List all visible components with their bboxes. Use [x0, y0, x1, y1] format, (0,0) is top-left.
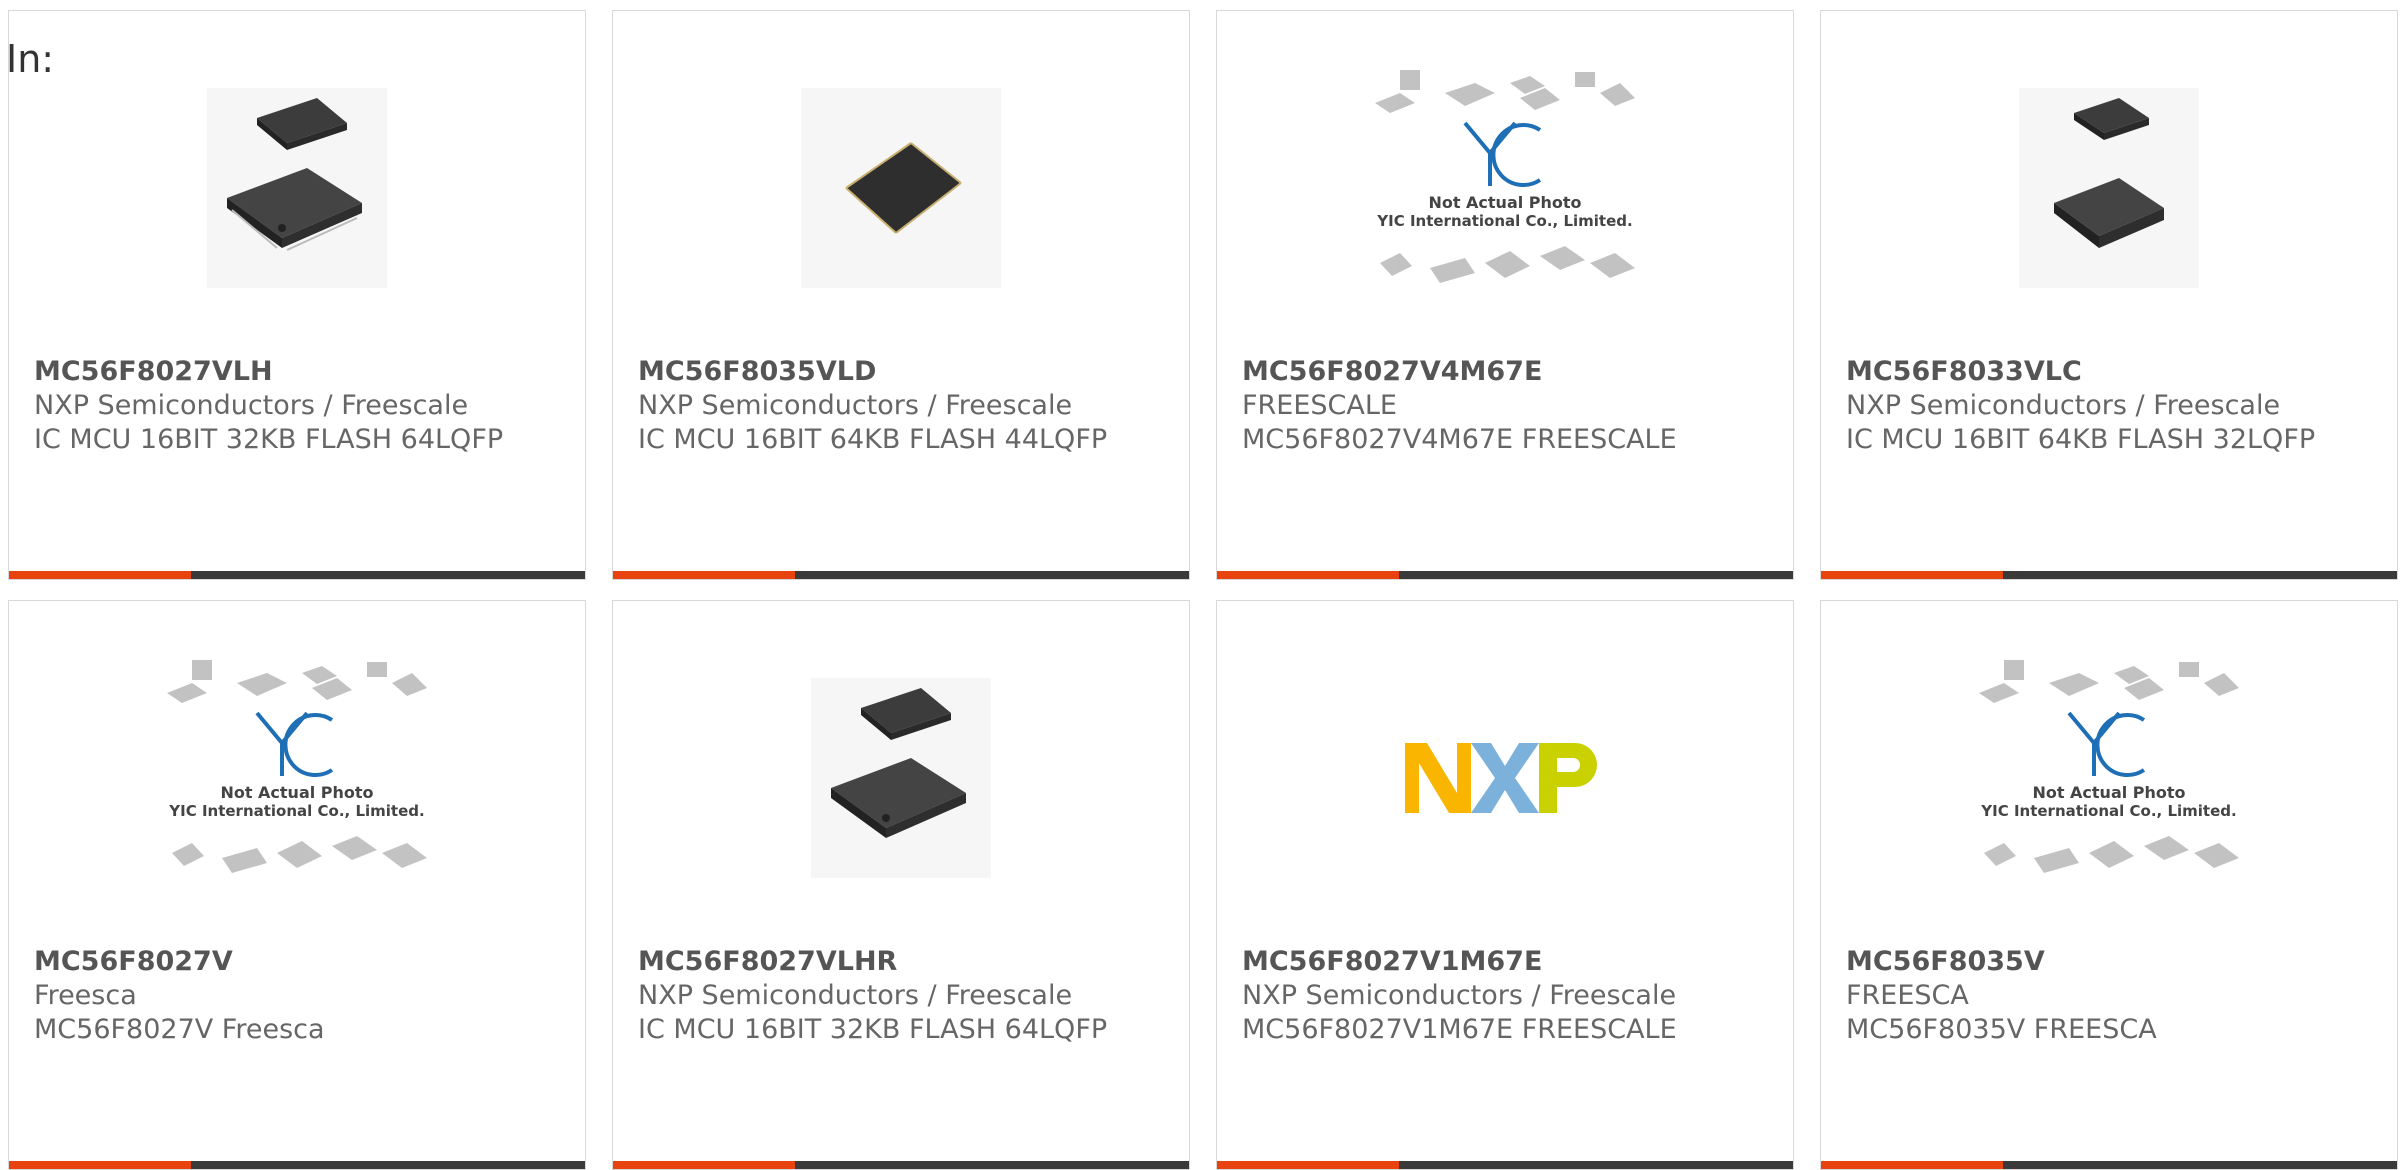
- qfp-chip-pair-icon: [2019, 88, 2199, 288]
- card-bar-accent: [613, 1161, 795, 1169]
- yic-placeholder-image: Not Actual Photo YIC International Co., …: [1979, 660, 2239, 873]
- product-card[interactable]: MC56F8027VLH NXP Semiconductors / Freesc…: [8, 10, 586, 580]
- card-bar: [9, 1161, 585, 1169]
- card-bar-accent: [9, 1161, 191, 1169]
- card-bar-accent: [1217, 571, 1399, 579]
- yic-placeholder-image: Not Actual Photo YIC International Co., …: [1375, 70, 1635, 283]
- product-image[interactable]: [1821, 73, 2397, 303]
- part-number[interactable]: MC56F8027VLH: [34, 355, 575, 389]
- qfp-chip-pair-icon: [207, 88, 387, 288]
- part-number[interactable]: MC56F8027V: [34, 945, 575, 979]
- card-bar: [1217, 1161, 1793, 1169]
- filter-label: In:: [6, 37, 55, 81]
- product-image[interactable]: [613, 663, 1189, 893]
- card-bar-accent: [1821, 571, 2003, 579]
- product-image[interactable]: [9, 73, 585, 303]
- placeholder-line2: YIC International Co., Limited.: [1376, 212, 1632, 230]
- manufacturer: NXP Semiconductors / Freescale: [34, 390, 469, 421]
- yic-placeholder-image: Not Actual Photo YIC International Co., …: [167, 660, 427, 873]
- manufacturer: Freesca: [34, 980, 137, 1011]
- product-card[interactable]: Not Actual Photo YIC International Co., …: [1820, 600, 2398, 1170]
- placeholder-line2: YIC International Co., Limited.: [168, 802, 424, 820]
- card-bar: [1821, 1161, 2397, 1169]
- product-image[interactable]: Not Actual Photo YIC International Co., …: [9, 660, 585, 893]
- single-qfp-chip-icon: [801, 88, 1001, 288]
- manufacturer: NXP Semiconductors / Freescale: [1242, 980, 1677, 1011]
- part-number[interactable]: MC56F8035V: [1846, 945, 2387, 979]
- manufacturer: FREESCALE: [1242, 390, 1397, 421]
- card-bar: [9, 571, 585, 579]
- placeholder-line2: YIC International Co., Limited.: [1980, 802, 2236, 820]
- product-card[interactable]: MC56F8033VLC NXP Semiconductors / Freesc…: [1820, 10, 2398, 580]
- placeholder-line1: Not Actual Photo: [220, 783, 373, 802]
- description: IC MCU 16BIT 32KB FLASH 64LQFP: [34, 424, 504, 455]
- description: MC56F8027V Freesca: [34, 1014, 325, 1045]
- card-bar: [613, 1161, 1189, 1169]
- manufacturer: NXP Semiconductors / Freescale: [1846, 390, 2281, 421]
- manufacturer: FREESCA: [1846, 980, 1969, 1011]
- product-card[interactable]: MC56F8027VLHR NXP Semiconductors / Frees…: [612, 600, 1190, 1170]
- description: IC MCU 16BIT 64KB FLASH 44LQFP: [638, 424, 1108, 455]
- placeholder-line1: Not Actual Photo: [1428, 193, 1581, 212]
- product-image[interactable]: [1217, 663, 1793, 893]
- card-bar-accent: [9, 571, 191, 579]
- manufacturer: NXP Semiconductors / Freescale: [638, 980, 1073, 1011]
- card-bar-accent: [613, 571, 795, 579]
- product-image[interactable]: Not Actual Photo YIC International Co., …: [1821, 660, 2397, 893]
- part-number[interactable]: MC56F8027V4M67E: [1242, 355, 1783, 389]
- description: MC56F8027V1M67E FREESCALE: [1242, 1014, 1677, 1045]
- description: IC MCU 16BIT 32KB FLASH 64LQFP: [638, 1014, 1108, 1045]
- description: MC56F8035V FREESCA: [1846, 1014, 2157, 1045]
- card-bar-accent: [1217, 1161, 1399, 1169]
- product-image[interactable]: [613, 73, 1189, 303]
- card-bar: [613, 571, 1189, 579]
- card-bar: [1821, 571, 2397, 579]
- nxp-logo: [1405, 743, 1597, 813]
- card-bar: [1217, 571, 1793, 579]
- product-card[interactable]: Not Actual Photo YIC International Co., …: [1216, 10, 1794, 580]
- placeholder-line1: Not Actual Photo: [2032, 783, 2185, 802]
- description: IC MCU 16BIT 64KB FLASH 32LQFP: [1846, 424, 2316, 455]
- product-grid: MC56F8027VLH NXP Semiconductors / Freesc…: [8, 10, 2398, 1170]
- card-bar-accent: [1821, 1161, 2003, 1169]
- part-number[interactable]: MC56F8033VLC: [1846, 355, 2387, 389]
- part-number[interactable]: MC56F8027V1M67E: [1242, 945, 1783, 979]
- description: MC56F8027V4M67E FREESCALE: [1242, 424, 1677, 455]
- part-number[interactable]: MC56F8035VLD: [638, 355, 1179, 389]
- part-number[interactable]: MC56F8027VLHR: [638, 945, 1179, 979]
- product-image[interactable]: Not Actual Photo YIC International Co., …: [1217, 70, 1793, 303]
- product-card[interactable]: Not Actual Photo YIC International Co., …: [8, 600, 586, 1170]
- manufacturer: NXP Semiconductors / Freescale: [638, 390, 1073, 421]
- qfp-chip-pair-icon: [811, 678, 991, 878]
- product-card[interactable]: MC56F8027V1M67E NXP Semiconductors / Fre…: [1216, 600, 1794, 1170]
- product-card[interactable]: MC56F8035VLD NXP Semiconductors / Freesc…: [612, 10, 1190, 580]
